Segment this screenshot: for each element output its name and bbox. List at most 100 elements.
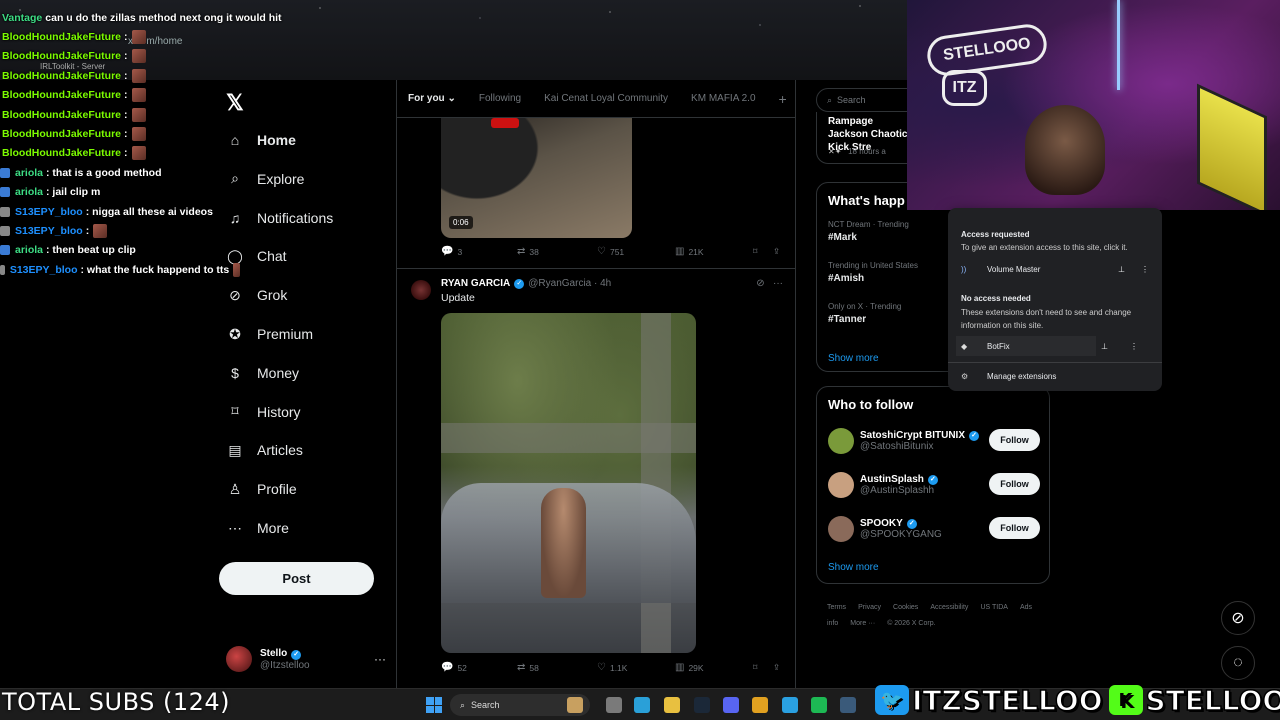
chrome-icon[interactable] [752,697,768,713]
file-explorer-icon[interactable] [664,697,680,713]
extension-botfix[interactable]: ◆ BotFix [956,336,1096,356]
add-tab-icon[interactable]: + [779,91,787,107]
steam-app-icon[interactable] [840,697,856,713]
search-icon: ⌕ [827,94,833,105]
footer-links: Terms Privacy Cookies Accessibility US TIDA A… [827,600,1047,632]
post-button[interactable]: Post [219,562,374,595]
follow-suggestion[interactable]: SatoshiCrypt BITUNIX ✓ @SatoshiBitunix Foll… [828,424,1040,458]
nav-premium[interactable]: ✪ Premium [226,319,313,349]
nav-label: Articles [257,442,303,459]
tab-km-mafia[interactable]: KM MAFIA 2.0 [691,93,755,104]
footer-link[interactable]: US TIDA [980,604,1008,611]
chat-text: : [124,31,128,44]
premium-icon: ✪ [229,325,241,342]
more-options-icon[interactable]: ··· [773,278,783,289]
like-button[interactable]: ♡ 751 [597,246,675,257]
footer-link[interactable]: Privacy [858,604,881,611]
pin-icon[interactable]: ⊥ [1118,265,1125,274]
grok-float-icon[interactable]: ⊘ [1221,601,1255,635]
nav-label: More [257,520,289,536]
extension-name: Volume Master [987,264,1041,274]
avatar[interactable] [411,280,431,300]
nav-money[interactable]: $ Money [226,358,299,388]
repost-button[interactable]: ⇄ 38 [517,246,597,257]
telegram-icon[interactable] [782,697,798,713]
footer-link[interactable]: Cookies [893,604,918,611]
follow-suggestion[interactable]: AustinSplash ✓ @AustinSplashh Follow [828,468,1040,502]
cat-app-icon[interactable] [567,697,583,713]
views-button[interactable]: ▥ 29K [675,662,753,673]
bookmark-icon[interactable]: ⌑ [753,246,773,257]
tab-following[interactable]: Following [479,93,521,104]
nav-profile[interactable]: ♙ Profile [226,474,297,504]
tab-kai-cenat[interactable]: Kai Cenat Loyal Community [544,93,668,104]
spotify-icon[interactable] [811,697,827,713]
show-more-link[interactable]: Show more [828,562,879,573]
chart-icon: ▥ [675,662,685,673]
extension-volume-master[interactable]: )) Volume Master ⊥ ⋮ [961,259,1151,279]
tweet-author[interactable]: RYAN GARCIA [441,278,510,289]
nav-articles[interactable]: ▤ Articles [226,435,303,465]
reply-button[interactable]: 💬 3 [441,246,517,257]
share-icon[interactable]: ⇪ [773,662,780,673]
repost-button[interactable]: ⇄ 58 [517,662,597,673]
nav-grok[interactable]: ⊘ Grok [226,280,287,310]
footer-link[interactable]: © 2026 X Corp. [887,620,935,627]
trend-meta: Trending in United States [828,261,918,270]
chat-username: S13EPY_bloo [15,224,83,237]
show-more-link[interactable]: Show more [828,353,879,364]
chat-username: BloodHoundJakeFuture [2,69,122,82]
footer-link[interactable]: Accessibility [930,604,968,611]
trend-item[interactable]: NCT Dream · Trending #Mark [828,220,909,243]
follow-name-text: AustinSplash [860,474,924,485]
follow-button[interactable]: Follow [989,473,1040,495]
footer-link[interactable]: More ··· [850,620,875,627]
chat-message: BloodHoundJakeFuture: [0,66,240,85]
verified-icon: ✓ [514,278,525,289]
follow-user-info: SatoshiCrypt BITUNIX ✓ @SatoshiBitunix [860,430,983,452]
follow-name: AustinSplash ✓ [860,474,942,485]
follow-suggestion[interactable]: SPOOKY ✓ @SPOOKYGANG Follow [828,512,1040,546]
chrome-dev-icon[interactable] [606,697,622,713]
like-button[interactable]: ♡ 1.1K [597,662,675,673]
follow-button[interactable]: Follow [989,429,1040,451]
chat-username: ariola [15,186,44,199]
more-options-icon[interactable]: ··· [374,652,386,666]
footer-link[interactable]: Terms [827,604,846,611]
steam-icon[interactable] [694,697,710,713]
stream-chat: Vantage can u do the zillas method next o… [0,8,282,279]
chat-text: : [124,50,128,63]
messages-float-icon[interactable]: ◌ [1221,646,1255,680]
trend-item[interactable]: Only on X · Trending #Tanner [828,302,901,325]
tweet-image[interactable] [441,313,696,653]
pin-icon[interactable]: ⊥ [1101,342,1108,351]
edge-icon[interactable] [634,697,650,713]
chat-text: : that is a good method [46,166,162,179]
manage-extensions-button[interactable]: ⚙ Manage extensions [961,366,1151,386]
nav-more[interactable]: ⋯ More [226,513,289,543]
tab-for-you[interactable]: For you ⌄ [408,93,456,104]
chat-text: : jail clip m [46,186,101,199]
botfix-icon: ◆ [961,341,968,351]
emote-icon [131,68,146,83]
bookmark-icon[interactable]: ⌑ [753,662,773,673]
more-options-icon[interactable]: ⋮ [1141,265,1149,274]
start-icon[interactable] [426,697,442,713]
grok-icon[interactable]: ⊘ [756,278,764,289]
account-switcher[interactable]: Stello ✓ @Itzstelloo ··· [226,642,396,676]
share-icon[interactable]: ⇪ [773,246,780,257]
follow-button[interactable]: Follow [989,517,1040,539]
nav-label: Profile [257,481,297,498]
discord-icon[interactable] [723,697,739,713]
nav-notifications[interactable]: ♫ Notifications [226,203,334,233]
chat-text: : then beat up clip [46,244,136,257]
views-button[interactable]: ▥ 21K [675,246,753,257]
reply-button[interactable]: 💬 52 [441,662,517,673]
chat-message: S13EPY_bloo: what the fuck happend to tt… [0,260,240,279]
access-requested-text: To give an extension access to this site… [961,243,1128,252]
trend-item[interactable]: Trending in United States #Amish [828,261,918,284]
more-options-icon[interactable]: ⋮ [1130,342,1138,351]
who-to-follow-title: Who to follow [828,397,914,412]
nav-history[interactable]: ⌑ History [226,397,300,427]
tweet-actions: 💬 52 ⇄ 58 ♡ 1.1K ▥ 29K ⌑ ⇪ [441,662,787,673]
